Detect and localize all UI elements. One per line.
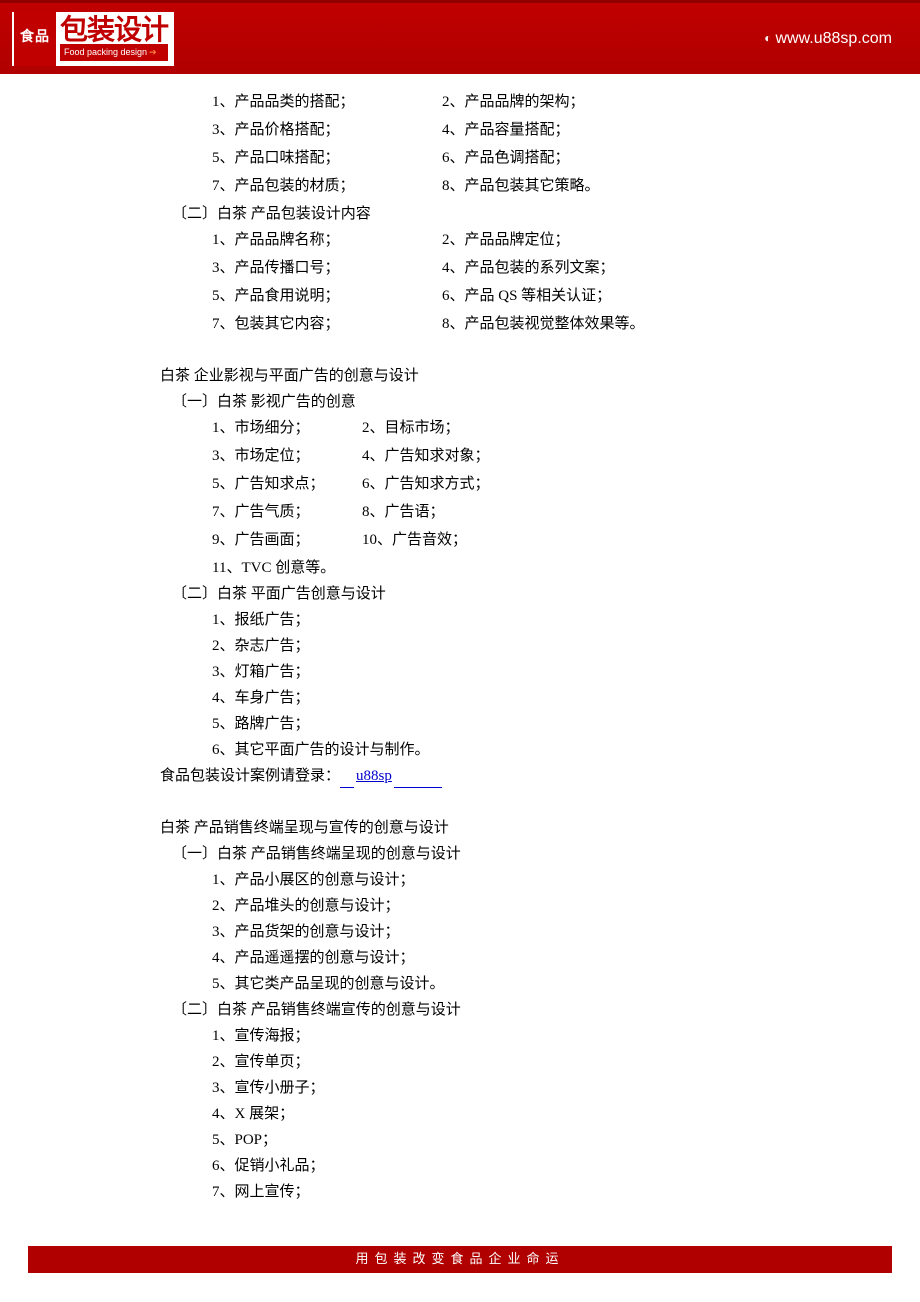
- list-item: 3、产品价格搭配；: [212, 118, 442, 142]
- document-content: 1、产品品类的搭配； 2、产品品牌的架构； 3、产品价格搭配； 4、产品容量搭配…: [0, 74, 920, 1246]
- list-item: 2、杂志广告；: [212, 634, 888, 658]
- section3-list-a: 1、产品小展区的创意与设计； 2、产品堆头的创意与设计； 3、产品货架的创意与设…: [212, 868, 888, 996]
- list-item: 1、产品品牌名称；: [212, 228, 442, 252]
- list-item: 9、广告画面；: [212, 528, 362, 552]
- list-item: 6、产品 QS 等相关认证；: [442, 284, 888, 308]
- list-item: 5、产品食用说明；: [212, 284, 442, 308]
- list-item: 10、广告音效；: [362, 528, 888, 552]
- logo-food-badge: 食品: [14, 11, 56, 65]
- list-item: 1、报纸广告；: [212, 608, 888, 632]
- section2-list-b: 1、报纸广告； 2、杂志广告； 3、灯箱广告； 4、车身广告； 5、路牌广告； …: [212, 608, 888, 762]
- list-item: 2、目标市场；: [362, 416, 888, 440]
- list-item: 4、车身广告；: [212, 686, 888, 710]
- list-item: 3、市场定位；: [212, 444, 362, 468]
- bullet-icon: ◐: [764, 29, 771, 48]
- list-item: 6、促销小礼品；: [212, 1154, 888, 1178]
- section3-title: 白茶 产品销售终端呈现与宣传的创意与设计: [160, 816, 888, 840]
- logo-en-label: Food packing design: [64, 45, 147, 59]
- site-url-text: www.u88sp.com: [776, 26, 893, 52]
- link-prefix: 食品包装设计案例请登录：: [160, 768, 340, 784]
- section2-sub2: 〔二〕白茶 平面广告创意与设计: [172, 582, 888, 606]
- list-item: 7、广告气质；: [212, 500, 362, 524]
- case-link[interactable]: u88sp: [354, 768, 394, 784]
- section1-list-b: 1、产品品牌名称； 2、产品品牌定位； 3、产品传播口号； 4、产品包装的系列文…: [212, 228, 888, 336]
- list-item: 6、产品色调搭配；: [442, 146, 888, 170]
- list-item: 3、产品货架的创意与设计；: [212, 920, 888, 944]
- page-footer: 用包装改变食品企业命运: [28, 1246, 892, 1273]
- site-url[interactable]: ◐ www.u88sp.com: [764, 26, 892, 52]
- section2-list-a: 1、市场细分； 2、目标市场； 3、市场定位； 4、广告知求对象； 5、广告知求…: [212, 416, 888, 580]
- section1-sub2: 〔二〕白茶 产品包装设计内容: [172, 202, 888, 226]
- list-item: 7、包装其它内容；: [212, 312, 442, 336]
- list-item: 11、TVC 创意等。: [212, 556, 888, 580]
- section3-list-b: 1、宣传海报； 2、宣传单页； 3、宣传小册子； 4、X 展架； 5、POP； …: [212, 1024, 888, 1204]
- list-item: 3、产品传播口号；: [212, 256, 442, 280]
- list-item: 6、广告知求方式；: [362, 472, 888, 496]
- list-item: 1、产品小展区的创意与设计；: [212, 868, 888, 892]
- list-item: 5、产品口味搭配；: [212, 146, 442, 170]
- section1-list-a: 1、产品品类的搭配； 2、产品品牌的架构； 3、产品价格搭配； 4、产品容量搭配…: [212, 90, 888, 198]
- list-item: 2、产品堆头的创意与设计；: [212, 894, 888, 918]
- list-item: 3、灯箱广告；: [212, 660, 888, 684]
- footer-wrap: 用包装改变食品企业命运: [0, 1246, 920, 1273]
- link-underline-right: [394, 787, 442, 788]
- list-item: 5、POP；: [212, 1128, 888, 1152]
- list-item: 5、广告知求点；: [212, 472, 362, 496]
- logo-main: 包装设计 Food packing design ➔: [56, 16, 168, 60]
- list-item: 8、产品包装其它策略。: [442, 174, 888, 198]
- list-item: 4、产品包装的系列文案；: [442, 256, 888, 280]
- list-item: 8、广告语；: [362, 500, 888, 524]
- section3-sub2: 〔二〕白茶 产品销售终端宣传的创意与设计: [172, 998, 888, 1022]
- case-link-line: 食品包装设计案例请登录： u88sp: [160, 764, 888, 788]
- page-header: 食品 包装设计 Food packing design ➔ ◐ www.u88s…: [0, 0, 920, 74]
- logo-en-text: Food packing design ➔: [60, 44, 168, 60]
- logo: 食品 包装设计 Food packing design ➔: [12, 12, 174, 66]
- list-item: 4、产品容量搭配；: [442, 118, 888, 142]
- list-item: 5、其它类产品呈现的创意与设计。: [212, 972, 888, 996]
- link-underline-left: [340, 787, 354, 788]
- list-item: 3、宣传小册子；: [212, 1076, 888, 1100]
- logo-cn-text: 包装设计: [60, 16, 168, 44]
- list-item: 4、产品遥遥摆的创意与设计；: [212, 946, 888, 970]
- section3-sub1: 〔一〕白茶 产品销售终端呈现的创意与设计: [172, 842, 888, 866]
- list-item: 4、广告知求对象；: [362, 444, 888, 468]
- section2-sub1: 〔一〕白茶 影视广告的创意: [172, 390, 888, 414]
- list-item: 8、产品包装视觉整体效果等。: [442, 312, 888, 336]
- list-item: 5、路牌广告；: [212, 712, 888, 736]
- arrow-icon: ➔: [149, 45, 157, 59]
- list-item: 2、产品品牌的架构；: [442, 90, 888, 114]
- list-item: 1、市场细分；: [212, 416, 362, 440]
- list-item: 2、产品品牌定位；: [442, 228, 888, 252]
- list-item: 2、宣传单页；: [212, 1050, 888, 1074]
- list-item: 7、网上宣传；: [212, 1180, 888, 1204]
- list-item: 7、产品包装的材质；: [212, 174, 442, 198]
- section2-title: 白茶 企业影视与平面广告的创意与设计: [160, 364, 888, 388]
- list-item: 1、宣传海报；: [212, 1024, 888, 1048]
- list-item: 1、产品品类的搭配；: [212, 90, 442, 114]
- list-item: 6、其它平面广告的设计与制作。: [212, 738, 888, 762]
- list-item: 4、X 展架；: [212, 1102, 888, 1126]
